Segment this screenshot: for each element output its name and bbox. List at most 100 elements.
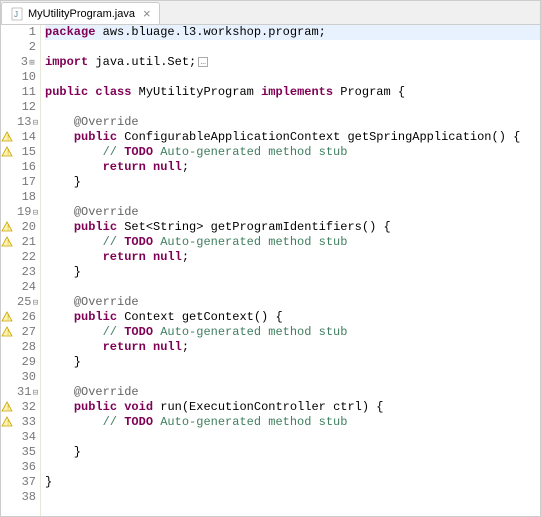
fold-collapse-icon[interactable]: ⊟ [31,206,39,221]
fold-collapse-icon[interactable]: ⊟ [31,296,39,311]
line-number: 17 [17,175,36,190]
code-line[interactable] [45,40,540,55]
line-number: 27 [17,325,36,340]
gutter-marker: ! [1,400,17,415]
warning-icon: ! [1,236,13,248]
gutter-marker: ! [1,145,17,160]
line-number: 15 [17,145,36,160]
gutter-marker [1,370,17,385]
close-icon[interactable]: × [143,6,151,21]
code-line[interactable]: } [45,445,540,460]
tab-bar: J MyUtilityProgram.java × [1,1,540,25]
line-number: 10 [17,70,36,85]
code-line[interactable] [45,370,540,385]
gutter-marker [1,40,17,55]
gutter-marker [1,250,17,265]
code-line[interactable]: // TODO Auto-generated method stub [45,415,540,430]
gutter-marker [1,445,17,460]
gutter-marker: ! [1,325,17,340]
gutter-marker [1,460,17,475]
code-line[interactable]: public ConfigurableApplicationContext ge… [45,130,540,145]
code-line[interactable]: return null; [45,250,540,265]
gutter-marker: ! [1,235,17,250]
gutter-marker [1,280,17,295]
code-line[interactable]: } [45,475,540,490]
gutter-marker [1,85,17,100]
gutter-marker [1,355,17,370]
fold-expand-icon[interactable]: ⊞ [28,56,36,71]
line-number: 33 [17,415,36,430]
collapsed-indicator[interactable]: … [198,57,208,67]
line-number: 34 [17,430,36,445]
line-number: 18 [17,190,36,205]
code-line[interactable]: @Override [45,205,540,220]
code-line[interactable]: } [45,265,540,280]
line-number: 26 [17,310,36,325]
code-line[interactable] [45,190,540,205]
svg-text:!: ! [6,150,10,158]
code-line[interactable]: return null; [45,160,540,175]
code-line[interactable]: } [45,175,540,190]
line-number: 28 [17,340,36,355]
svg-text:!: ! [6,135,10,143]
gutter-marker [1,160,17,175]
line-number: 20 [17,220,36,235]
code-line[interactable]: public Context getContext() { [45,310,540,325]
code-line[interactable] [45,280,540,295]
line-number: 19⊟ [17,205,36,220]
svg-text:!: ! [6,330,10,338]
line-number: 13⊟ [17,115,36,130]
code-area[interactable]: package aws.bluage.l3.workshop.program; i… [41,25,540,516]
line-number: 35 [17,445,36,460]
line-number: 14 [17,130,36,145]
warning-icon: ! [1,131,13,143]
svg-text:!: ! [6,240,10,248]
gutter-marker [1,175,17,190]
line-number: 32 [17,400,36,415]
code-line[interactable]: @Override [45,115,540,130]
gutter-marker [1,55,17,70]
gutter-marker [1,430,17,445]
line-number: 23 [17,265,36,280]
line-number: 12 [17,100,36,115]
code-line[interactable] [45,490,540,505]
gutter-marker [1,205,17,220]
code-line[interactable]: @Override [45,385,540,400]
fold-collapse-icon[interactable]: ⊟ [31,386,39,401]
warning-icon: ! [1,401,13,413]
line-number: 11 [17,85,36,100]
gutter-marker [1,475,17,490]
code-line[interactable]: // TODO Auto-generated method stub [45,235,540,250]
svg-text:J: J [14,10,18,19]
line-number: 21 [17,235,36,250]
line-number: 38 [17,490,36,505]
code-line[interactable] [45,100,540,115]
gutter-marker [1,25,17,40]
code-line[interactable]: @Override [45,295,540,310]
code-line[interactable]: public void run(ExecutionController ctrl… [45,400,540,415]
code-line[interactable]: public class MyUtilityProgram implements… [45,85,540,100]
warning-icon: ! [1,311,13,323]
code-line[interactable]: return null; [45,340,540,355]
code-line[interactable] [45,460,540,475]
code-line[interactable]: public Set<String> getProgramIdentifiers… [45,220,540,235]
warning-icon: ! [1,221,13,233]
svg-text:!: ! [6,225,10,233]
svg-text:!: ! [6,420,10,428]
fold-collapse-icon[interactable]: ⊟ [31,116,39,131]
code-line[interactable]: // TODO Auto-generated method stub [45,145,540,160]
gutter-marker [1,490,17,505]
line-number: 36 [17,460,36,475]
line-number: 2 [17,40,36,55]
code-line[interactable]: // TODO Auto-generated method stub [45,325,540,340]
editor-tab[interactable]: J MyUtilityProgram.java × [1,2,160,24]
gutter-marker: ! [1,130,17,145]
code-line[interactable] [45,430,540,445]
gutter-line-numbers: 123⊞10111213⊟141516171819⊟202122232425⊟2… [17,25,41,516]
line-number: 37 [17,475,36,490]
code-line[interactable]: } [45,355,540,370]
code-line[interactable] [45,70,540,85]
code-line[interactable]: import java.util.Set;… [45,55,540,70]
gutter-marker [1,190,17,205]
code-line[interactable]: package aws.bluage.l3.workshop.program; [45,25,540,40]
